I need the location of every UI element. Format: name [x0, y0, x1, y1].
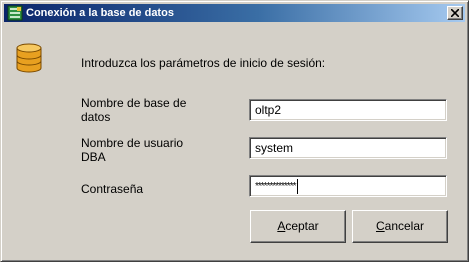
dba-user-input[interactable]: system — [249, 137, 447, 159]
cancel-label: ancelar — [384, 219, 425, 233]
intro-text: Introduzca los parámetros de inicio de s… — [81, 56, 326, 70]
password-mask: ************** — [255, 180, 296, 192]
accept-button[interactable]: Aceptar — [250, 210, 346, 243]
cancel-accel: C — [375, 219, 385, 233]
database-app-icon — [7, 5, 23, 21]
database-name-input[interactable]: oltp2 — [249, 99, 447, 121]
database-icon — [15, 42, 43, 74]
close-icon — [451, 9, 459, 17]
accept-label: ceptar — [285, 219, 319, 233]
cancel-button[interactable]: Cancelar — [352, 210, 448, 243]
password-input[interactable]: ************** — [249, 175, 447, 197]
dba-user-label: Nombre de usuario DBA — [81, 136, 184, 164]
login-dialog: Conexión a la base de datos Introduzca l… — [0, 0, 469, 262]
window-title: Conexión a la base de datos — [26, 7, 174, 19]
database-name-label: Nombre de base de datos — [81, 96, 187, 124]
title-bar[interactable]: Conexión a la base de datos — [4, 4, 465, 22]
password-label: Contraseña — [81, 182, 144, 196]
close-button[interactable] — [447, 6, 463, 20]
text-caret — [297, 179, 299, 195]
